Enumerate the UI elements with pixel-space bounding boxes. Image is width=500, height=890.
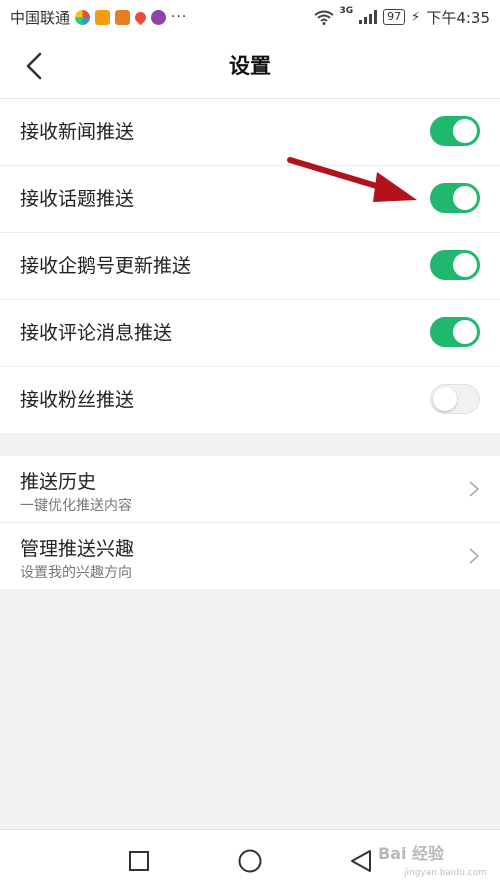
video-app-icon — [95, 9, 111, 25]
manage-push-interests-item[interactable]: 管理推送兴趣 设置我的兴趣方向 — [0, 523, 500, 589]
setting-label: 接收企鹅号更新推送 — [20, 255, 192, 277]
home-icon[interactable] — [237, 848, 263, 874]
push-history-item[interactable]: 推送历史 一键优化推送内容 — [0, 456, 500, 523]
status-bar: 中国联通 ··· 3G 97 ⚡ 下午4:35 — [0, 0, 500, 34]
back-arrow-icon — [26, 52, 42, 80]
back-triangle-icon[interactable] — [348, 848, 374, 874]
setting-row-fans-push: 接收粉丝推送 — [0, 367, 500, 433]
navigation-header: 设置 — [0, 34, 500, 99]
topic-push-toggle[interactable] — [430, 183, 480, 213]
setting-label: 接收评论消息推送 — [20, 322, 173, 344]
setting-row-comment-push: 接收评论消息推送 — [0, 300, 500, 367]
item-subtitle: 一键优化推送内容 — [20, 498, 132, 514]
toggle-knob — [453, 186, 477, 210]
toggle-knob — [453, 119, 477, 143]
toggle-knob — [433, 387, 457, 411]
toggle-knob — [453, 253, 477, 277]
fans-push-toggle[interactable] — [430, 384, 480, 414]
item-subtitle: 设置我的兴趣方向 — [20, 565, 132, 581]
setting-label: 接收新闻推送 — [20, 121, 135, 143]
signal-strength-icon — [359, 10, 378, 24]
toggle-knob — [453, 320, 477, 344]
annotation-arrow-icon — [287, 157, 417, 202]
setting-label: 接收话题推送 — [20, 188, 135, 210]
push-settings-group: 接收新闻推送 接收话题推送 接收企鹅号更新推送 接收评论消息推送 接收粉丝推送 — [0, 99, 500, 433]
chevron-right-icon — [469, 481, 480, 497]
setting-row-penguin-push: 接收企鹅号更新推送 — [0, 233, 500, 300]
app-notification-icon — [75, 9, 91, 25]
wifi-icon — [313, 10, 334, 25]
back-button[interactable] — [18, 48, 54, 84]
page-title: 设置 — [229, 54, 271, 78]
setting-label: 接收粉丝推送 — [20, 389, 135, 411]
recent-apps-icon[interactable] — [128, 850, 150, 872]
setting-row-topic-push: 接收话题推送 — [0, 166, 500, 233]
watermark-logo: Bai 经验 — [378, 844, 445, 863]
status-left: 中国联通 ··· — [10, 0, 187, 34]
battery-indicator: 97 — [383, 9, 406, 25]
location-icon — [132, 9, 149, 25]
charging-icon: ⚡ — [411, 9, 421, 25]
item-title: 管理推送兴趣 — [20, 538, 135, 560]
comment-push-toggle[interactable] — [430, 317, 480, 347]
carrier-label: 中国联通 — [10, 8, 71, 27]
push-management-group: 推送历史 一键优化推送内容 管理推送兴趣 设置我的兴趣方向 — [0, 456, 500, 589]
setting-row-news-push: 接收新闻推送 — [0, 99, 500, 166]
network-type-label: 3G — [339, 6, 354, 16]
status-right: 3G 97 ⚡ 下午4:35 — [313, 0, 490, 34]
clock-app-icon — [151, 9, 167, 25]
item-title: 推送历史 — [20, 471, 97, 493]
time-label: 下午4:35 — [426, 8, 490, 27]
chevron-right-icon — [469, 548, 480, 564]
watermark-url: jingyan.baidu.com — [404, 868, 488, 878]
more-notifications-icon: ··· — [171, 9, 188, 25]
penguin-account-push-toggle[interactable] — [430, 250, 480, 280]
reader-app-icon — [115, 9, 131, 25]
news-push-toggle[interactable] — [430, 116, 480, 146]
